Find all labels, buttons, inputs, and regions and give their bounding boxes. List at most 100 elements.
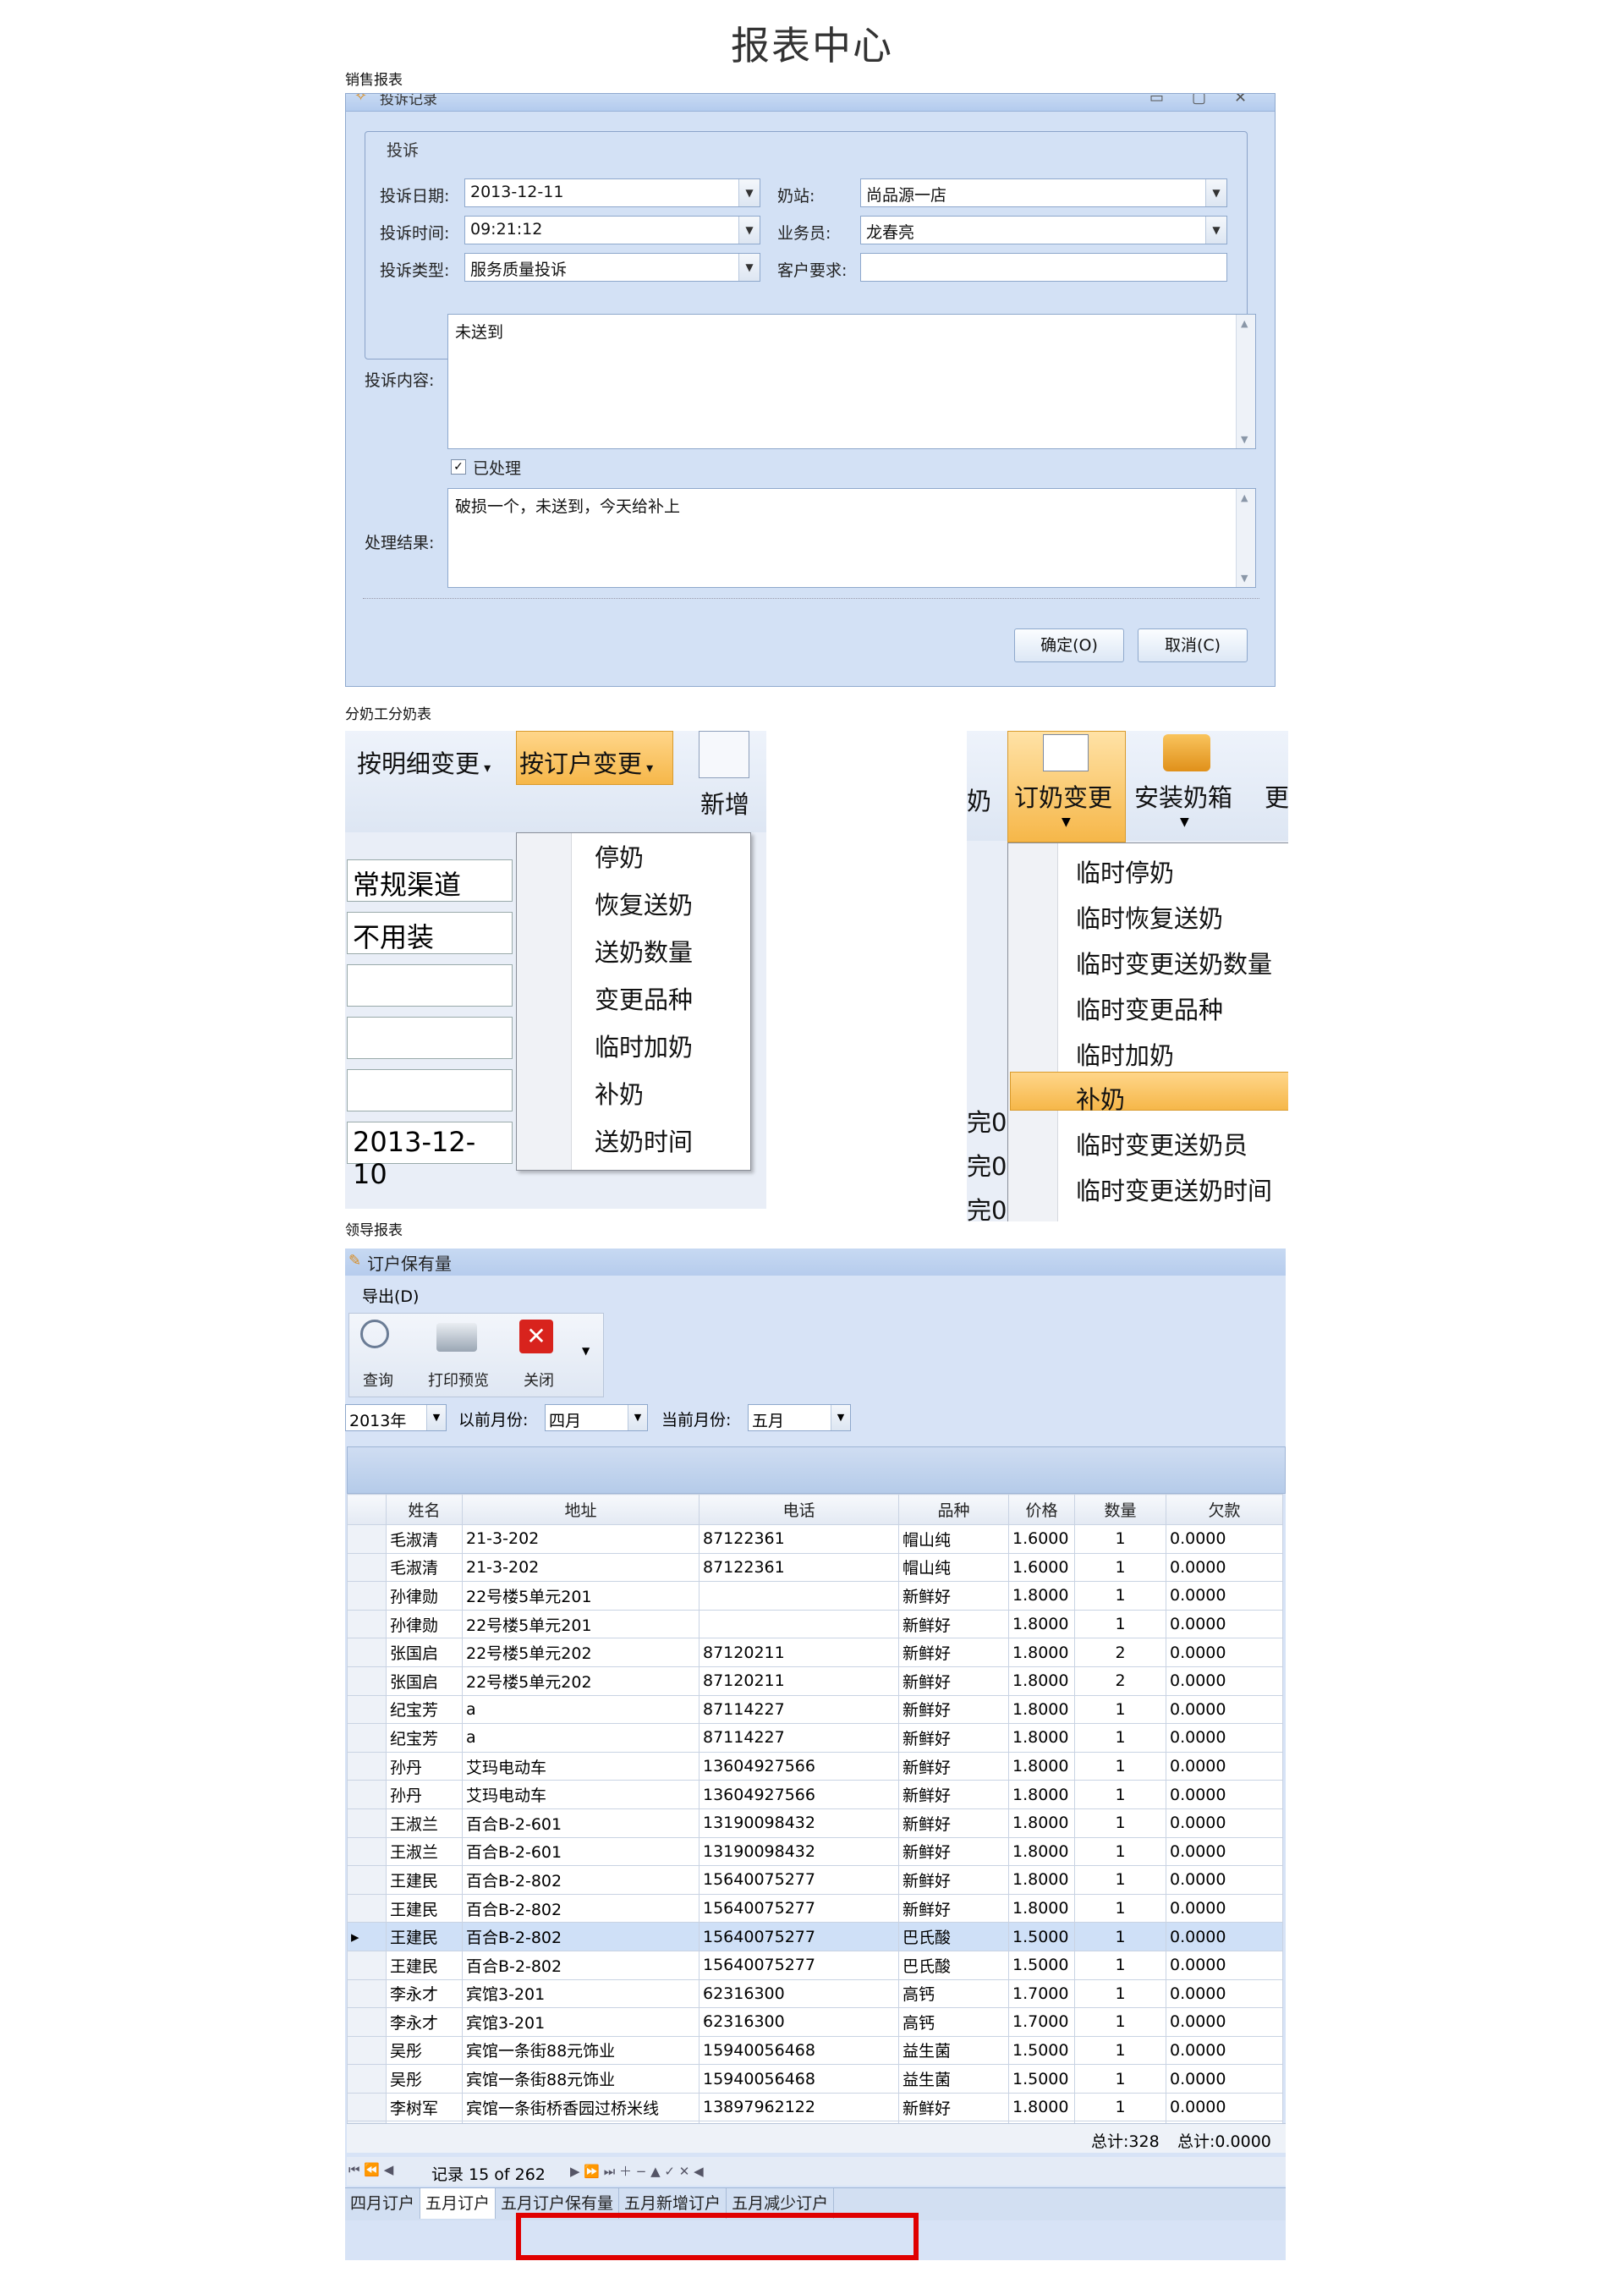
chevron-down-icon[interactable]: ▼: [628, 1405, 647, 1430]
row-indicator[interactable]: [347, 1552, 387, 1583]
table-cell[interactable]: 百合B-2-601: [462, 1808, 700, 1838]
table-row[interactable]: 王淑兰 百合B-2-601 13190098432 新鲜好 1.8000 1 0.0000: [347, 1808, 1283, 1838]
table-cell[interactable]: 孙丹: [386, 1780, 463, 1809]
table-cell[interactable]: 0.0000: [1166, 2007, 1283, 2037]
table-row[interactable]: 张国启 22号楼5单元202 87120211 新鲜好 1.8000 2 0.0000: [347, 1666, 1283, 1696]
column-header[interactable]: 电话: [699, 1494, 899, 1525]
cur-month-combobox[interactable]: 五月 ▼: [748, 1404, 851, 1431]
row-indicator[interactable]: [347, 1638, 387, 1667]
table-cell[interactable]: 0.0000: [1166, 1581, 1283, 1611]
row-indicator[interactable]: [347, 1893, 387, 1924]
table-cell[interactable]: 0.0000: [1166, 1694, 1283, 1725]
table-cell[interactable]: 1: [1074, 1893, 1166, 1924]
row-indicator[interactable]: [347, 1780, 387, 1809]
table-cell[interactable]: 13190098432: [699, 1808, 899, 1838]
table-cell[interactable]: 87114227: [699, 1694, 899, 1725]
table-cell[interactable]: 孙律勋: [386, 1581, 463, 1611]
tab-april[interactable]: 四月订户: [345, 2188, 421, 2219]
side-row[interactable]: 2013-12-10: [347, 1122, 513, 1190]
table-cell[interactable]: 15940056468: [699, 2064, 899, 2094]
table-row[interactable]: 纪宝芳 a 87114227 新鲜好 1.8000 1 0.0000: [347, 1723, 1283, 1753]
table-cell[interactable]: 新鲜好: [898, 1666, 1009, 1696]
row-indicator[interactable]: [347, 1666, 387, 1696]
chevron-down-icon[interactable]: ▼: [1205, 217, 1226, 244]
row-indicator[interactable]: [347, 1808, 387, 1838]
table-cell[interactable]: 1: [1074, 1694, 1166, 1725]
table-cell[interactable]: 1.8000: [1008, 1638, 1075, 1667]
table-cell[interactable]: 87120211: [699, 1638, 899, 1667]
table-cell[interactable]: 吴彤: [386, 2064, 463, 2094]
table-cell[interactable]: 21-3-202: [462, 1552, 700, 1583]
table-cell[interactable]: 1: [1074, 2064, 1166, 2094]
table-row[interactable]: 李永才 宾馆3-201 62316300 高钙 1.7000 1 0.0000: [347, 1978, 1283, 2009]
menu-item-time[interactable]: 送奶时间: [595, 1122, 693, 1158]
table-cell[interactable]: 宾馆一条街88元饰业: [462, 2064, 700, 2094]
column-header[interactable]: 品种: [898, 1494, 1009, 1525]
side-row[interactable]: [347, 1069, 513, 1111]
table-cell[interactable]: 15640075277: [699, 1950, 899, 1980]
close-icon[interactable]: ✕: [1234, 94, 1247, 107]
table-cell[interactable]: 新鲜好: [898, 1638, 1009, 1667]
table-cell[interactable]: 1.8000: [1008, 1694, 1075, 1725]
table-cell[interactable]: 新鲜好: [898, 1780, 1009, 1809]
table-cell[interactable]: 高钙: [898, 2007, 1009, 2037]
table-row[interactable]: 孙律勋 22号楼5单元201 新鲜好 1.8000 1 0.0000: [347, 1609, 1283, 1639]
table-cell[interactable]: 1.8000: [1008, 1581, 1075, 1611]
table-cell[interactable]: 0.0000: [1166, 1751, 1283, 1781]
table-cell[interactable]: 15640075277: [699, 1865, 899, 1895]
table-row[interactable]: 孙律勋 22号楼5单元201 新鲜好 1.8000 1 0.0000: [347, 1581, 1283, 1611]
table-cell[interactable]: 新鲜好: [898, 2092, 1009, 2122]
prev-month-combobox[interactable]: 四月 ▼: [545, 1404, 648, 1431]
table-cell[interactable]: 李永才: [386, 1978, 463, 2009]
new-button[interactable]: 新增: [700, 785, 749, 820]
maximize-icon[interactable]: ▢: [1192, 94, 1206, 107]
detail-change-button[interactable]: 按明细变更 ▾: [357, 744, 491, 780]
table-cell[interactable]: 1.8000: [1008, 1893, 1075, 1924]
table-cell[interactable]: 王淑兰: [386, 1808, 463, 1838]
tab-may[interactable]: 五月订户: [420, 2188, 497, 2219]
menu-item-temp-courier[interactable]: 临时变更送奶员: [1076, 1126, 1248, 1161]
search-icon[interactable]: [360, 1320, 389, 1348]
processed-checkbox[interactable]: ✓: [451, 459, 466, 475]
table-cell[interactable]: 1: [1074, 1552, 1166, 1583]
table-row[interactable]: 张国启 22号楼5单元202 87120211 新鲜好 1.8000 2 0.0000: [347, 1638, 1283, 1667]
nav-next-last-icons[interactable]: ▶ ⏩ ⏭ ＋ − ▲ ✓ ✕ ◀: [570, 2162, 704, 2180]
table-row[interactable]: ▸ 王建民 百合B-2-802 15640075277 巴氏酸 1.5000 1 0.0000: [347, 1922, 1283, 1951]
table-cell[interactable]: 1: [1074, 1836, 1166, 1867]
install-box-button[interactable]: 安装奶箱: [1134, 778, 1232, 814]
row-indicator[interactable]: [347, 2092, 387, 2122]
table-cell[interactable]: 1.8000: [1008, 1751, 1075, 1781]
table-cell[interactable]: 0.0000: [1166, 1893, 1283, 1924]
table-cell[interactable]: 新鲜好: [898, 1836, 1009, 1867]
table-row[interactable]: 孙丹 艾玛电动车 13604927566 新鲜好 1.8000 1 0.0000: [347, 1780, 1283, 1809]
table-cell[interactable]: 0.0000: [1166, 1552, 1283, 1583]
salesman-combobox[interactable]: 龙春亮 ▼: [860, 216, 1227, 244]
printer-icon[interactable]: [436, 1323, 477, 1352]
station-combobox[interactable]: 尚品源一店 ▼: [860, 178, 1227, 207]
table-cell[interactable]: 22号楼5单元201: [462, 1581, 700, 1611]
chevron-down-icon[interactable]: ▼: [831, 1405, 850, 1430]
table-cell[interactable]: 巴氏酸: [898, 1950, 1009, 1980]
table-row[interactable]: 王建民 百合B-2-802 15640075277 巴氏酸 1.5000 1 0.0000: [347, 1950, 1283, 1980]
chevron-down-icon[interactable]: ▼: [738, 179, 760, 206]
request-input[interactable]: [860, 253, 1227, 282]
table-row[interactable]: 吴彤 宾馆一条街88元饰业 15940056468 益生菌 1.5000 1 0.0000: [347, 2064, 1283, 2094]
table-cell[interactable]: 0.0000: [1166, 1808, 1283, 1838]
table-cell[interactable]: 吴彤: [386, 2035, 463, 2066]
side-row[interactable]: [347, 1017, 513, 1059]
column-header[interactable]: 欠款: [1166, 1494, 1283, 1525]
table-cell[interactable]: 1: [1074, 2092, 1166, 2122]
scroll-up-icon[interactable]: ▲: [1241, 318, 1248, 329]
table-cell[interactable]: 孙丹: [386, 1751, 463, 1781]
menu-item-temp-time[interactable]: 临时变更送奶时间: [1076, 1172, 1272, 1207]
table-cell[interactable]: 新鲜好: [898, 1751, 1009, 1781]
table-cell[interactable]: 1: [1074, 2035, 1166, 2066]
table-cell[interactable]: 1.5000: [1008, 1950, 1075, 1980]
row-indicator[interactable]: [347, 1723, 387, 1753]
table-cell[interactable]: 15640075277: [699, 1922, 899, 1951]
table-cell[interactable]: 帽山纯: [898, 1552, 1009, 1583]
table-cell[interactable]: 0.0000: [1166, 1524, 1283, 1554]
export-menu[interactable]: 导出(D): [362, 1284, 419, 1307]
row-indicator[interactable]: ▸: [347, 1922, 387, 1951]
menu-item-variety[interactable]: 变更品种: [595, 980, 693, 1016]
